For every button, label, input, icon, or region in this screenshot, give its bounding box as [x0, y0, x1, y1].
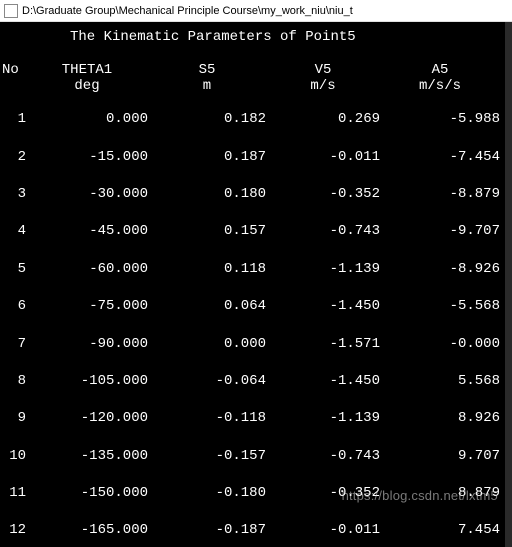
cell-v5: -0.011: [266, 523, 380, 538]
cell-s5: 0.000: [148, 337, 266, 352]
header-theta: THETA1: [26, 63, 148, 78]
cell-v5: -0.743: [266, 449, 380, 464]
cell-s5: 0.180: [148, 187, 266, 202]
cell-theta: 0.000: [26, 112, 148, 127]
console-window: D:\Graduate Group\Mechanical Principle C…: [0, 0, 512, 547]
cell-no: 6: [0, 299, 26, 314]
cell-s5: 0.118: [148, 262, 266, 277]
output-title: The Kinematic Parameters of Point5: [0, 30, 512, 45]
cell-v5: -1.450: [266, 374, 380, 389]
table-row: 10.0000.1820.269-5.988: [0, 112, 512, 127]
table-row: 7-90.0000.000-1.571-0.000: [0, 337, 512, 352]
cell-no: 8: [0, 374, 26, 389]
cell-a5: 7.454: [380, 523, 500, 538]
header-v5: V5: [266, 63, 380, 78]
cell-no: 7: [0, 337, 26, 352]
cell-a5: -5.988: [380, 112, 500, 127]
cell-s5: -0.157: [148, 449, 266, 464]
cell-a5: -5.568: [380, 299, 500, 314]
unit-a5: m/s/s: [380, 79, 500, 94]
cell-theta: -90.000: [26, 337, 148, 352]
cell-no: 4: [0, 224, 26, 239]
cell-no: 10: [0, 449, 26, 464]
table-row: 2-15.0000.187-0.011-7.454: [0, 150, 512, 165]
console-area: The Kinematic Parameters of Point5 No TH…: [0, 22, 512, 547]
header-no: No: [0, 63, 26, 78]
table-row: 8-105.000-0.064-1.4505.568: [0, 374, 512, 389]
cell-no: 12: [0, 523, 26, 538]
cell-v5: -1.571: [266, 337, 380, 352]
cell-v5: 0.269: [266, 112, 380, 127]
cell-no: 1: [0, 112, 26, 127]
cell-theta: -75.000: [26, 299, 148, 314]
cell-theta: -135.000: [26, 449, 148, 464]
cell-s5: 0.157: [148, 224, 266, 239]
cell-theta: -120.000: [26, 411, 148, 426]
cell-v5: -0.352: [266, 187, 380, 202]
scrollbar-vertical[interactable]: [505, 22, 512, 547]
table-row: 9-120.000-0.118-1.1398.926: [0, 411, 512, 426]
header-s5: S5: [148, 63, 266, 78]
cell-v5: -0.011: [266, 150, 380, 165]
cell-s5: 0.182: [148, 112, 266, 127]
app-icon: [4, 4, 18, 18]
cell-s5: -0.118: [148, 411, 266, 426]
unit-theta: deg: [26, 79, 148, 94]
cell-s5: 0.064: [148, 299, 266, 314]
cell-a5: -0.000: [380, 337, 500, 352]
titlebar[interactable]: D:\Graduate Group\Mechanical Principle C…: [0, 0, 512, 22]
cell-a5: -7.454: [380, 150, 500, 165]
cell-no: 11: [0, 486, 26, 501]
table-units: deg m m/s m/s/s: [0, 79, 512, 94]
cell-a5: -8.879: [380, 187, 500, 202]
cell-a5: -8.926: [380, 262, 500, 277]
unit-v5: m/s: [266, 79, 380, 94]
table-row: 4-45.0000.157-0.743-9.707: [0, 224, 512, 239]
cell-s5: -0.187: [148, 523, 266, 538]
cell-no: 2: [0, 150, 26, 165]
table-row: 5-60.0000.118-1.139-8.926: [0, 262, 512, 277]
cell-theta: -15.000: [26, 150, 148, 165]
table-row: 6-75.0000.064-1.450-5.568: [0, 299, 512, 314]
unit-s5: m: [148, 79, 266, 94]
cell-no: 3: [0, 187, 26, 202]
cell-no: 5: [0, 262, 26, 277]
table-row: 10-135.000-0.157-0.7439.707: [0, 449, 512, 464]
cell-theta: -165.000: [26, 523, 148, 538]
window-title: D:\Graduate Group\Mechanical Principle C…: [22, 5, 353, 17]
cell-a5: -9.707: [380, 224, 500, 239]
unit-no: [0, 79, 26, 94]
header-a5: A5: [380, 63, 500, 78]
watermark-text: https://blog.csdn.net/lxtm5: [342, 489, 498, 503]
cell-s5: 0.187: [148, 150, 266, 165]
table-header: No THETA1 S5 V5 A5: [0, 63, 512, 78]
table-body: 10.0000.1820.269-5.9882-15.0000.187-0.01…: [0, 112, 512, 539]
cell-theta: -150.000: [26, 486, 148, 501]
table-row: 3-30.0000.180-0.352-8.879: [0, 187, 512, 202]
cell-v5: -1.139: [266, 411, 380, 426]
cell-s5: -0.180: [148, 486, 266, 501]
cell-a5: 9.707: [380, 449, 500, 464]
cell-s5: -0.064: [148, 374, 266, 389]
cell-v5: -1.450: [266, 299, 380, 314]
cell-a5: 5.568: [380, 374, 500, 389]
cell-v5: -0.743: [266, 224, 380, 239]
cell-theta: -60.000: [26, 262, 148, 277]
cell-theta: -105.000: [26, 374, 148, 389]
table-row: 12-165.000-0.187-0.0117.454: [0, 523, 512, 538]
cell-v5: -1.139: [266, 262, 380, 277]
cell-theta: -45.000: [26, 224, 148, 239]
cell-no: 9: [0, 411, 26, 426]
cell-a5: 8.926: [380, 411, 500, 426]
cell-theta: -30.000: [26, 187, 148, 202]
